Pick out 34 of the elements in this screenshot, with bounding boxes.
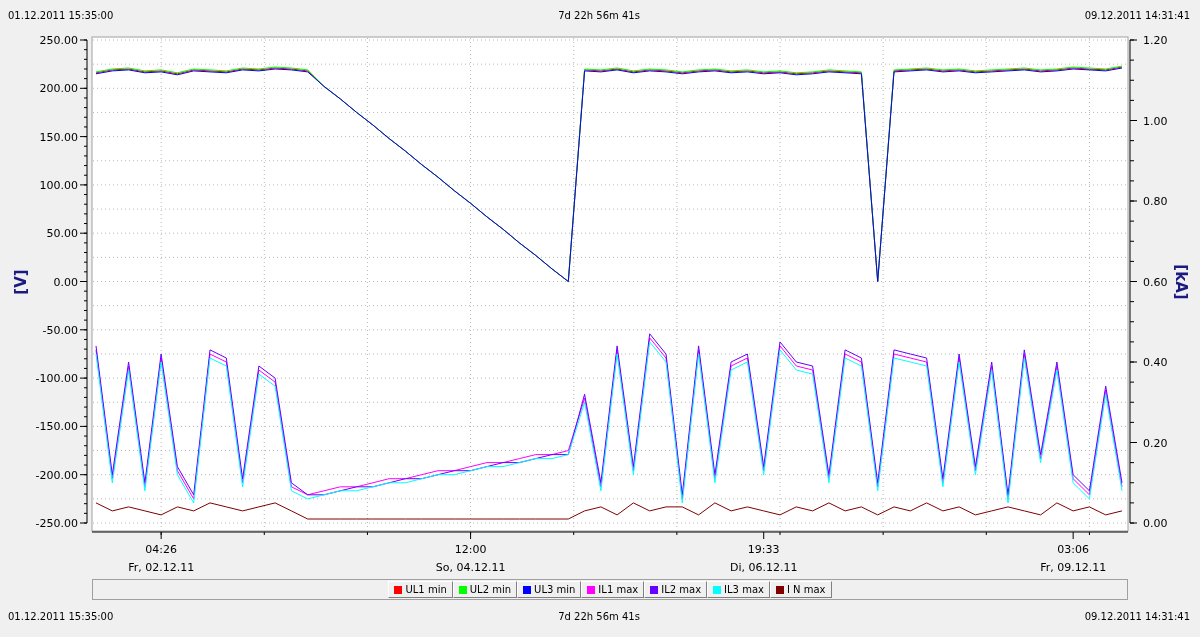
y2-axis-label: 0.80 — [1143, 195, 1168, 208]
y2-axis-label: 0.00 — [1143, 517, 1168, 530]
y-axis-label: 0.00 — [53, 275, 78, 289]
y2-axis-label: 1.20 — [1143, 34, 1168, 47]
y2-axis-title: [kA] — [1172, 264, 1190, 300]
start-time: 01.12.2011 15:35:00 — [8, 610, 114, 622]
x-axis-date-label: So, 04.12.11 — [435, 561, 506, 574]
y-axis-label: 100.00 — [39, 178, 78, 192]
x-axis-time-label: 12:00 — [454, 543, 487, 556]
y-axis-label: -50.00 — [42, 323, 78, 337]
y-axis-label: 50.00 — [46, 227, 78, 241]
x-axis-date-label: Fr, 09.12.11 — [1040, 561, 1107, 574]
x-axis-time-label: 03:06 — [1057, 543, 1089, 556]
end-time: 09.12.2011 14:31:41 — [1084, 9, 1190, 21]
x-axis-time-label: 04:26 — [145, 543, 177, 556]
end-time: 09.12.2011 14:31:41 — [1084, 610, 1190, 622]
y-axis-label: -150.00 — [35, 420, 78, 434]
x-axis-date-label: Di, 06.12.11 — [729, 561, 798, 574]
y-axis-label: 200.00 — [39, 82, 78, 96]
y2-axis-label: 0.40 — [1143, 356, 1168, 369]
duration: 7d 22h 56m 41s — [558, 610, 640, 622]
start-time: 01.12.2011 15:35:00 — [8, 9, 114, 21]
y-axis-title: [V] — [12, 269, 30, 295]
y-axis-label: -250.00 — [35, 517, 78, 530]
y-axis-label: -200.00 — [35, 468, 78, 482]
y2-axis-label: 0.60 — [1143, 275, 1168, 289]
y2-axis-label: 0.20 — [1143, 436, 1168, 450]
y-axis-label: -100.00 — [35, 372, 78, 386]
duration: 7d 22h 56m 41s — [558, 9, 640, 21]
y-axis-label: 250.00 — [39, 34, 78, 47]
y2-axis-label: 1.00 — [1143, 114, 1168, 128]
x-axis-date-label: Fr, 02.12.11 — [128, 561, 195, 574]
y-axis-label: 150.00 — [39, 130, 78, 144]
x-axis-time-label: 19:33 — [747, 543, 780, 556]
